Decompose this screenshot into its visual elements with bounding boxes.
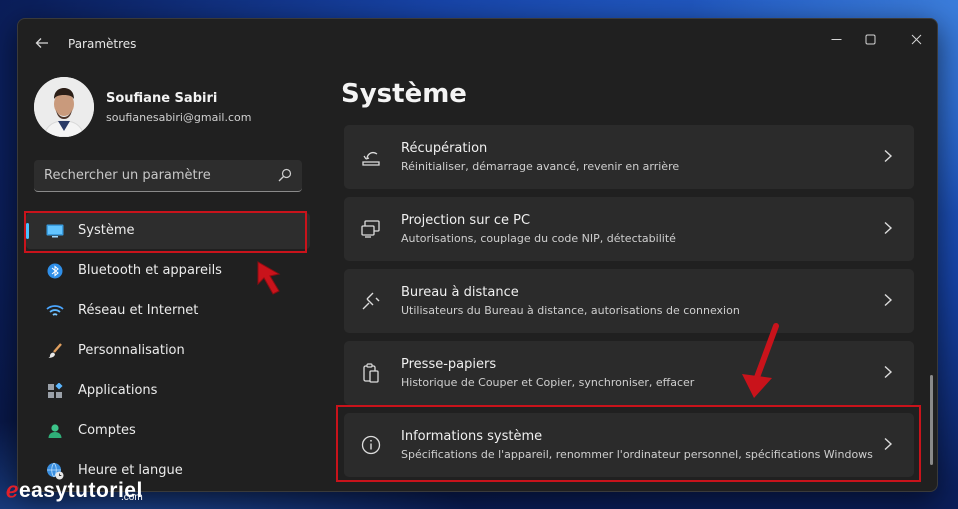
setting-informations-systeme[interactable]: Informations système Spécifications de l…: [344, 413, 914, 477]
chevron-right-icon: [884, 149, 893, 163]
avatar: [34, 77, 94, 137]
watermark-logo-icon: ℯ: [6, 479, 19, 502]
setting-presse-papiers[interactable]: Presse-papiers Historique de Couper et C…: [344, 341, 914, 405]
close-icon: [911, 34, 921, 44]
close-button[interactable]: [896, 27, 936, 51]
recovery-icon: [362, 151, 380, 166]
setting-recuperation[interactable]: Récupération Réinitialiser, démarrage av…: [344, 125, 914, 189]
setting-description: Autorisations, couplage du code NIP, dét…: [401, 232, 676, 245]
monitor-icon: [46, 222, 64, 240]
settings-list: Récupération Réinitialiser, démarrage av…: [344, 125, 914, 491]
setting-description: Réinitialiser, démarrage avancé, revenir…: [401, 160, 680, 173]
projection-icon: [361, 220, 380, 238]
search-box[interactable]: [34, 160, 302, 192]
sidebar-item-applications[interactable]: Applications: [26, 373, 310, 409]
sidebar-item-personnalisation[interactable]: Personnalisation: [26, 333, 310, 369]
sidebar-item-label: Comptes: [78, 423, 136, 438]
remote-desktop-icon: [362, 292, 380, 310]
search-input[interactable]: [44, 160, 264, 190]
watermark-suffix: .com: [121, 492, 143, 503]
sidebar-item-label: Réseau et Internet: [78, 303, 199, 318]
minimize-icon: [831, 38, 841, 40]
sidebar-item-comptes[interactable]: Comptes: [26, 413, 310, 449]
settings-window: Paramètres Soufiane Sabiri soufianesabir…: [17, 18, 938, 492]
sidebar-item-label: Bluetooth et appareils: [78, 263, 222, 278]
setting-bureau-distance[interactable]: Bureau à distance Utilisateurs du Bureau…: [344, 269, 914, 333]
setting-description: Historique de Couper et Copier, synchron…: [401, 376, 695, 389]
avatar-photo-icon: [34, 77, 94, 137]
app-title: Paramètres: [68, 37, 137, 51]
sidebar-item-label: Système: [78, 223, 135, 238]
bluetooth-icon: [46, 262, 64, 280]
maximize-button[interactable]: [850, 27, 890, 51]
setting-title: Bureau à distance: [401, 285, 519, 300]
sidebar-item-label: Heure et langue: [78, 463, 183, 478]
red-arrow-icon: [742, 323, 779, 398]
page-title: Système: [341, 79, 467, 109]
clipboard-icon: [363, 363, 379, 383]
setting-title: Informations système: [401, 429, 543, 444]
setting-description: Spécifications de l'appareil, renommer l…: [401, 448, 873, 461]
sidebar-item-label: Applications: [78, 383, 158, 398]
setting-projection[interactable]: Projection sur ce PC Autorisations, coup…: [344, 197, 914, 261]
setting-title: Presse-papiers: [401, 357, 497, 372]
maximize-icon: [865, 34, 875, 44]
chevron-right-icon: [884, 293, 893, 307]
watermark: ℯeasytutoriel .com: [6, 478, 143, 503]
back-arrow-icon[interactable]: [34, 35, 50, 51]
user-email: soufianesabiri@gmail.com: [106, 111, 252, 124]
sidebar-item-label: Personnalisation: [78, 343, 185, 358]
search-icon[interactable]: [278, 168, 292, 182]
chevron-right-icon: [884, 365, 893, 379]
chevron-right-icon: [884, 221, 893, 235]
user-name: Soufiane Sabiri: [106, 91, 218, 106]
scrollbar[interactable]: [930, 375, 933, 465]
brush-icon: [46, 342, 64, 360]
red-arrow-icon: [257, 261, 281, 295]
chevron-right-icon: [884, 437, 893, 451]
setting-description: Utilisateurs du Bureau à distance, autor…: [401, 304, 740, 317]
setting-title: Projection sur ce PC: [401, 213, 531, 228]
setting-title: Récupération: [401, 141, 488, 156]
wifi-icon: [46, 302, 64, 320]
selection-indicator: [26, 223, 29, 239]
apps-icon: [46, 382, 64, 400]
person-icon: [46, 422, 64, 440]
title-bar: Paramètres: [18, 19, 937, 67]
info-icon: [361, 435, 381, 455]
sidebar-item-systeme[interactable]: Système: [26, 213, 310, 249]
sidebar-nav: Système Bluetooth et appareils Réseau et…: [26, 213, 310, 491]
